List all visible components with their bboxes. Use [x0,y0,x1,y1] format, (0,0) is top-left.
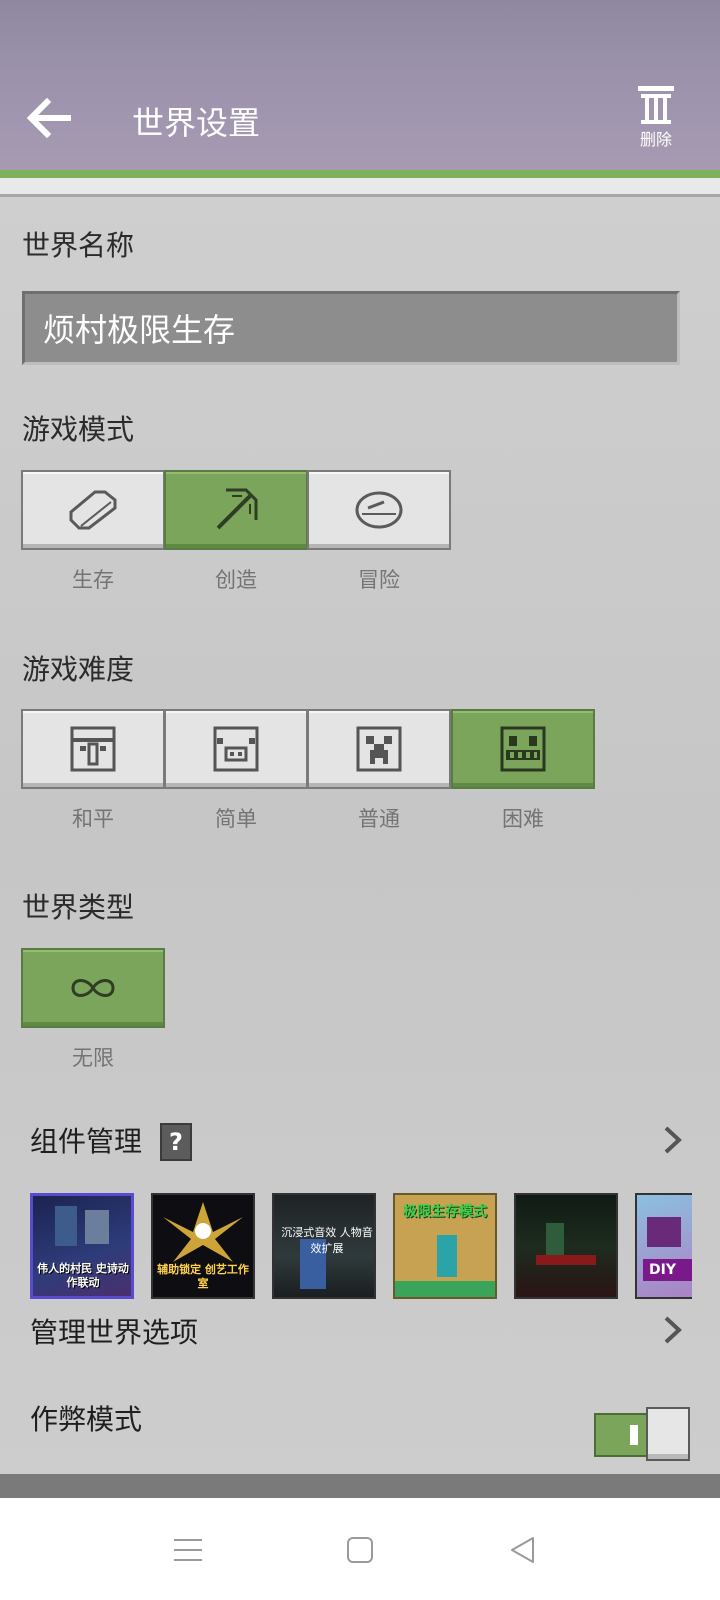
addon-management-link[interactable]: 组件管理 [30,1120,142,1160]
cheats-toggle[interactable] [594,1407,690,1461]
toggle-on-indicator [630,1425,638,1445]
arrow-left-icon [27,98,71,138]
pig-face-icon [213,726,259,772]
infinite-label: 无限 [72,1046,114,1070]
game-mode-label: 游戏模式 [22,413,135,446]
delete-world-button[interactable]: 删除 [626,86,686,156]
creeper-face-icon [356,726,402,772]
compass-icon [355,491,403,529]
addon-thumbnail[interactable]: 伟人的村民 史诗动作联动 [30,1193,134,1299]
addon-thumbnail-caption: 辅助锁定 创艺工作室 [157,1263,249,1290]
zombie-face-icon [500,726,546,772]
thumbnail-figure [85,1210,109,1244]
help-icon[interactable]: ? [160,1123,192,1161]
peaceful-label: 和平 [72,807,114,831]
difficulty-label: 游戏难度 [22,653,135,686]
back-nav-button[interactable] [500,1528,544,1572]
normal-label: 普通 [358,807,400,831]
difficulty-peaceful-button[interactable] [21,709,165,789]
game-mode-survival-button[interactable] [21,470,165,550]
addon-thumbnail[interactable] [514,1193,618,1299]
cheats-label: 作弊模式 [30,1403,143,1436]
header-divider [0,178,720,197]
panel-footer [0,1474,720,1498]
addon-thumbnail-caption: 伟人的村民 史诗动作联动 [37,1262,129,1289]
world-name-input[interactable]: 烦村极限生存 [22,291,680,365]
system-nav-bar [0,1498,720,1600]
chevron-right-icon[interactable] [662,1315,684,1345]
header-accent-line [0,170,720,178]
addon-thumbnail[interactable]: 沉浸式音效 人物音效扩展 [272,1193,376,1299]
addon-thumbnail[interactable]: 辅助锁定 创艺工作室 [151,1193,255,1299]
world-type-infinite-button[interactable] [21,948,165,1028]
addon-thumbnail[interactable]: DIY [635,1193,692,1299]
chevron-right-icon[interactable] [662,1125,684,1155]
infinity-icon [71,979,115,997]
addon-thumbnail-caption: 沉浸式音效 人物音效扩展 [281,1226,373,1255]
addon-thumbnail-strip: 伟人的村民 史诗动作联动 辅助锁定 创艺工作室 沉浸式音效 人物音效扩展 极限生… [30,1193,692,1299]
world-type-label: 世界类型 [22,891,135,924]
page-title: 世界设置 [132,104,261,142]
hard-label: 困难 [502,807,544,831]
easy-label: 简单 [215,807,257,831]
villager-face-icon [70,726,116,772]
back-triangle-icon [511,1537,534,1563]
trash-icon [638,86,674,124]
difficulty-easy-button[interactable] [164,709,308,789]
thumbnail-figure [55,1206,77,1246]
thumbnail-figure [437,1235,457,1277]
thumbnail-emblem [163,1202,243,1262]
game-mode-creative-button[interactable] [164,470,308,550]
addon-thumbnail[interactable]: 极限生存模式 [393,1193,497,1299]
bread-icon [69,490,117,530]
thumbnail-detail [536,1255,596,1265]
addon-thumbnail-caption: 极限生存模式 [403,1204,487,1220]
survival-label: 生存 [72,568,114,592]
menu-nav-button[interactable] [166,1528,210,1572]
difficulty-hard-button[interactable] [451,709,595,789]
toggle-knob[interactable] [646,1407,690,1461]
adventure-label: 冒险 [358,568,400,592]
thumbnail-banner [395,1281,495,1297]
pickaxe-icon [216,488,258,530]
thumbnail-figure [647,1217,681,1247]
creative-label: 创造 [215,568,257,592]
header-bar: 世界设置 删除 [0,0,720,172]
difficulty-normal-button[interactable] [307,709,451,789]
game-mode-adventure-button[interactable] [307,470,451,550]
back-button[interactable] [22,94,78,142]
home-nav-button[interactable] [338,1528,382,1572]
delete-label: 删除 [639,130,672,149]
world-name-label: 世界名称 [22,229,135,262]
addon-thumbnail-caption: DIY [643,1259,692,1281]
manage-world-options-link[interactable]: 管理世界选项 [30,1311,198,1351]
home-square-icon [347,1537,373,1563]
menu-icon [174,1539,202,1561]
